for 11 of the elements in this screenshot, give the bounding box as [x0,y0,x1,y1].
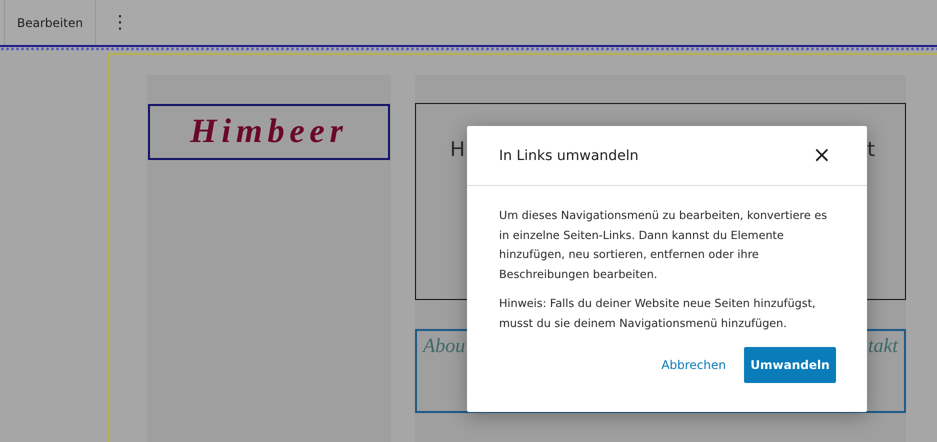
cancel-button[interactable]: Abbrechen [661,358,726,372]
dialog-paragraph: Um dieses Navigationsmenü zu bearbeiten, konvertiere es in einzelne Seiten-Links. Dann kannst du Elemente hinzufügen, neu sortieren, entfernen oder ihre Beschreibungen bearbeiten. [499,208,828,282]
dialog-paragraph: Hinweis: Falls du deiner Website neue Seiten hinzufügst, musst du sie deinem Navigationsmenü hinzufügen. [499,296,817,332]
dialog-title: In Links umwandeln [499,148,639,164]
confirm-button[interactable]: Umwandeln [744,347,836,383]
heading-text: t [867,137,875,163]
logo-block: Himbeer [148,104,390,160]
edit-button[interactable]: Bearbeiten [4,0,96,45]
more-options-button[interactable]: ⋮ [96,0,144,45]
heading-text: H [450,137,466,163]
close-button[interactable]: × [808,144,835,168]
